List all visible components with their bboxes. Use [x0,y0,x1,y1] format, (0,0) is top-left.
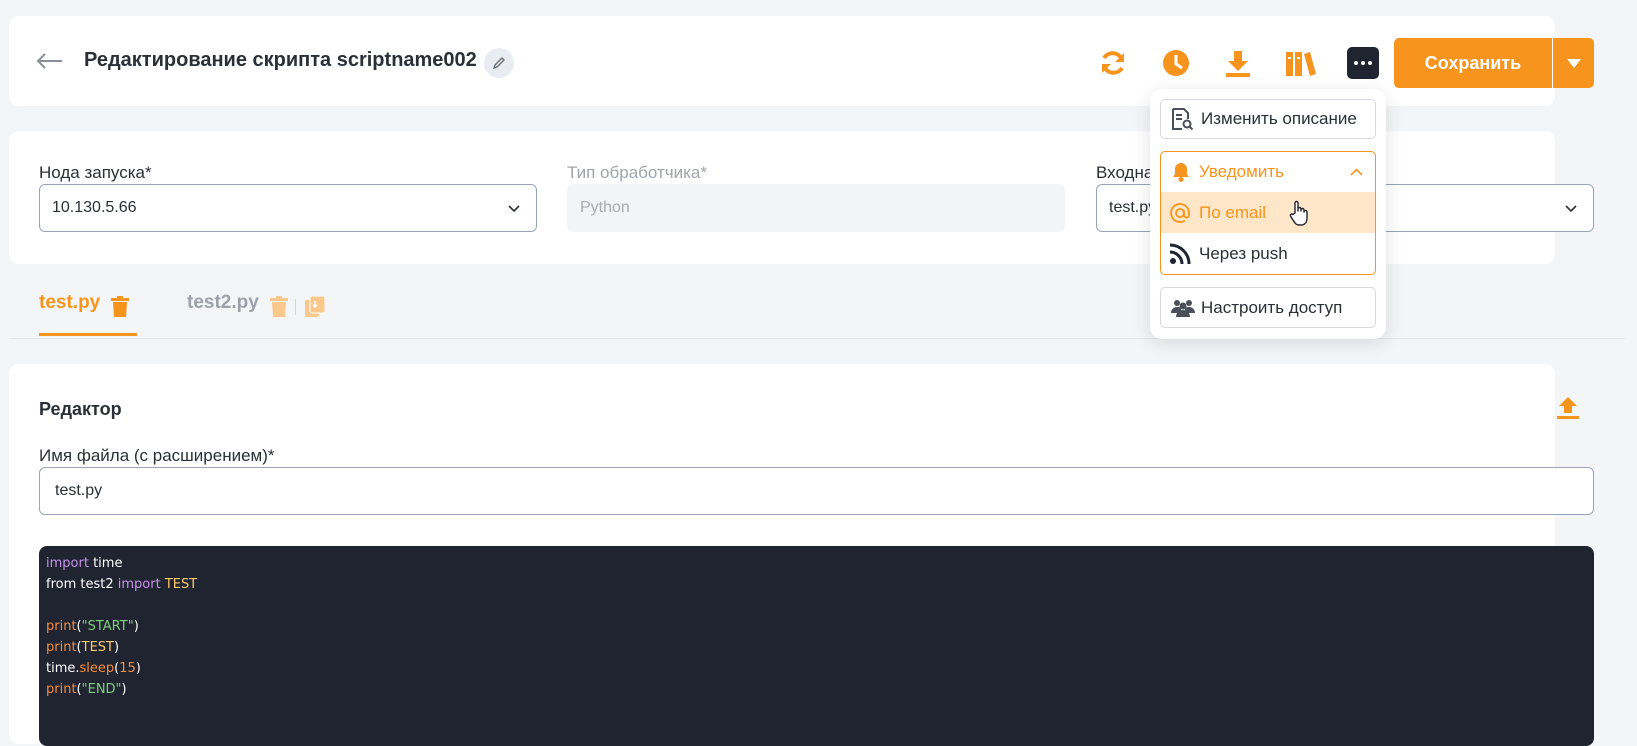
bell-icon [1173,163,1189,182]
code-line-4: print("START") [46,619,139,634]
filename-label: Имя файла (с расширением)* [39,446,275,465]
history-clock-icon[interactable] [1160,47,1192,79]
tab-test-py[interactable]: test.py [39,292,137,336]
library-books-icon[interactable] [1284,47,1318,79]
trash-icon[interactable] [111,296,129,317]
menu-item-change-description[interactable]: Изменить описание [1160,99,1376,139]
filename-input[interactable]: test.py [39,467,1594,515]
menu-item-label: Изменить описание [1201,109,1357,128]
document-search-icon [1172,108,1193,130]
code-line-5: print(TEST) [46,640,120,655]
menu-item-via-push[interactable]: Через push [1161,233,1375,274]
handler-type-field: Python [567,184,1065,232]
menu-item-label: Настроить доступ [1201,297,1343,317]
input-file-label: Входна [1096,163,1154,182]
more-menu-button[interactable] [1347,47,1379,79]
menu-item-label: Уведомить [1199,162,1284,181]
handler-type-value: Python [580,199,630,216]
tab-test2-py[interactable]: test2.py [187,292,337,336]
save-options-chevron-icon[interactable] [1553,38,1594,88]
filename-input-value: test.py [55,482,103,499]
editor-title: Редактор [39,399,122,419]
notify-group: Уведомить По email Через push [1160,151,1376,275]
tab-label: test.py [39,292,101,313]
edit-title-icon[interactable] [484,48,514,78]
chevron-down-icon [508,205,520,213]
upload-icon[interactable] [1554,394,1582,422]
more-actions-menu: Изменить описание Уведомить По email Чер… [1150,89,1386,339]
rss-feed-icon [1169,243,1191,264]
page-title: Редактирование скрипта scriptname002 [84,49,477,71]
menu-item-label: Через push [1199,243,1288,263]
code-line-7: print("END") [46,682,127,697]
at-sign-icon [1170,202,1190,223]
save-button[interactable]: Сохранить [1394,38,1552,88]
menu-item-by-email[interactable]: По email [1161,192,1375,233]
trash-icon[interactable] [270,296,288,317]
chevron-down-icon [1565,205,1577,213]
tabs-divider-line [9,338,1625,339]
tab-divider [295,299,296,315]
chevron-up-icon [1350,168,1363,176]
handler-type-label: Тип обработчика* [567,163,708,182]
code-line-6: time.sleep(15) [46,661,141,676]
hand-pointer-cursor-icon [1289,200,1308,226]
tab-label: test2.py [187,292,259,313]
active-tab-underline [39,333,137,336]
menu-item-notify[interactable]: Уведомить [1161,152,1375,192]
code-line-2: from test2 import TEST [46,577,198,592]
node-label: Нода запуска* [39,163,152,182]
back-arrow-icon[interactable] [36,46,64,76]
code-line-1: import time [46,556,123,571]
download-icon[interactable] [1222,47,1254,79]
refresh-icon[interactable] [1097,47,1129,79]
save-button-label: Сохранить [1424,52,1522,73]
menu-item-label: По email [1199,202,1267,222]
node-select-value: 10.130.5.66 [52,199,137,216]
users-group-icon [1171,299,1195,317]
node-select[interactable]: 10.130.5.66 [39,184,537,232]
set-main-file-icon[interactable] [305,296,325,317]
menu-item-configure-access[interactable]: Настроить доступ [1160,287,1376,328]
code-editor[interactable]: import time from test2 import TEST print… [39,546,1594,746]
